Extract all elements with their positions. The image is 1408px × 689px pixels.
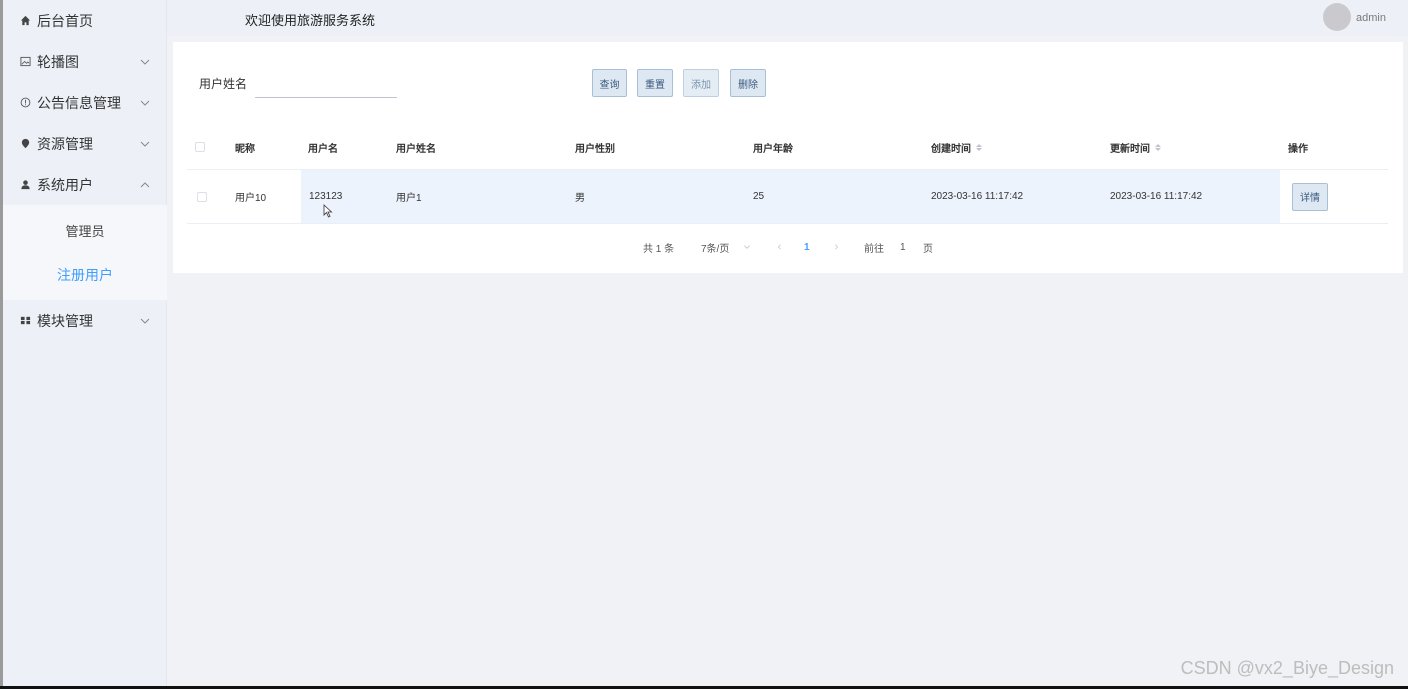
page-number-current[interactable]: 1 [804,241,810,253]
col-header-label: 更新时间 [1110,143,1150,155]
detail-button[interactable]: 详情 [1292,182,1328,211]
chevron-down-icon [140,141,150,147]
sidebar-item-label: 公告信息管理 [37,94,121,111]
sidebar-item-modules[interactable]: 模块管理 [3,300,167,341]
page-size-label: 7条/页 [701,243,730,255]
sidebar-subitem-admins[interactable]: 管理员 [3,210,167,250]
avatar[interactable] [1323,3,1351,31]
sidebar-item-announcements[interactable]: 公告信息管理 [3,82,167,123]
user-icon [19,179,31,191]
col-header-actions: 操作 [1288,143,1308,155]
table-row[interactable]: 用户10 123123 用户1 男 25 2023-03-16 11:17:42… [187,170,1388,224]
sidebar-item-label: 系统用户 [37,176,93,193]
content-card: 用户姓名 查询 重置 添加 删除 昵称 用户名 用户姓名 用户性别 用户年龄 创… [173,42,1403,273]
page-size-select[interactable]: 7条/页 [701,241,751,255]
chevron-left-icon [777,244,781,250]
col-header-created[interactable]: 创建时间 [931,125,982,169]
next-page-button[interactable] [833,241,840,253]
col-header-label: 创建时间 [931,143,971,155]
col-header-realname: 用户姓名 [396,143,436,155]
info-circle-icon [19,97,31,109]
row-select-cell [197,170,207,223]
prev-page-button[interactable] [776,241,783,253]
col-header-age: 用户年龄 [753,143,793,155]
select-all-checkbox[interactable] [195,142,205,152]
sidebar-item-carousel[interactable]: 轮播图 [3,41,167,82]
delete-button[interactable]: 删除 [730,69,766,97]
query-button[interactable]: 查询 [592,69,627,97]
add-button[interactable]: 添加 [683,69,719,97]
goto-suffix: 页 [923,243,933,255]
cell-age: 25 [753,191,765,202]
sidebar-item-label: 资源管理 [37,135,93,152]
grid-icon [19,315,31,327]
sort-icon[interactable] [1155,143,1161,151]
sidebar-item-label: 轮播图 [37,53,79,70]
chevron-down-icon [140,100,150,106]
home-icon [19,15,31,27]
search-input[interactable] [255,72,397,98]
col-header-username: 用户名 [308,143,338,155]
subitem-label: 管理员 [65,223,105,239]
sidebar-subitem-registered-users[interactable]: 注册用户 [3,255,167,295]
cell-created: 2023-03-16 11:17:42 [931,191,1024,202]
picture-icon [19,56,31,68]
subitem-label: 注册用户 [57,267,113,283]
chevron-down-icon [140,318,150,324]
col-header-nickname: 昵称 [235,143,255,155]
sidebar-item-system-users[interactable]: 系统用户 [3,164,167,205]
cell-nickname: 用户10 [235,193,267,204]
sidebar-item-label: 模块管理 [37,312,93,329]
chevron-down-icon [140,59,150,65]
mouse-cursor-icon [323,204,333,218]
table-header: 昵称 用户名 用户姓名 用户性别 用户年龄 创建时间 更新时间 操作 [187,125,1388,170]
sidebar-item-home[interactable]: 后台首页 [3,0,167,41]
select-all-cell [195,125,205,169]
cell-realname: 用户1 [396,193,422,204]
chevron-up-icon [140,181,150,187]
chevron-down-icon [744,245,751,249]
sidebar: 后台首页 轮播图 公告信息管理 资源管理 系统用户 管理员 注册用户 模块管理 [0,0,167,686]
goto-prefix: 前往 [864,243,884,255]
col-header-updated[interactable]: 更新时间 [1110,125,1161,169]
user-name[interactable]: admin [1356,12,1386,24]
location-pin-icon [19,138,31,150]
col-header-gender: 用户性别 [575,143,615,155]
top-header: 欢迎使用旅游服务系统 admin [167,0,1408,36]
goto-page-input[interactable]: 1 [900,241,906,253]
page-title: 欢迎使用旅游服务系统 [245,13,376,28]
reset-button[interactable]: 重置 [637,69,673,97]
sort-icon[interactable] [976,143,982,151]
search-label: 用户姓名 [199,77,248,91]
pagination-total: 共 1 条 [643,243,675,255]
sidebar-item-label: 后台首页 [37,12,93,29]
chevron-right-icon [835,244,839,250]
sidebar-item-resources[interactable]: 资源管理 [3,123,167,164]
row-checkbox[interactable] [197,191,207,202]
cell-actions: 详情 [1292,170,1328,223]
watermark: CSDN @vx2_Biye_Design [1180,658,1394,678]
cell-updated: 2023-03-16 11:17:42 [1110,191,1203,202]
cell-gender: 男 [575,193,585,204]
